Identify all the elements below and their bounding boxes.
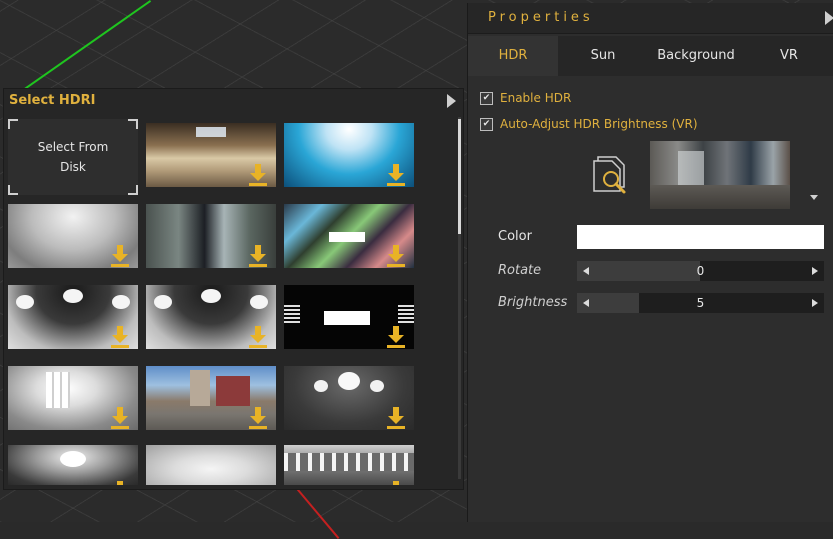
hdri-thumbnail[interactable]: [8, 204, 138, 268]
download-icon[interactable]: [249, 326, 267, 348]
brightness-slider[interactable]: 5: [577, 293, 824, 313]
download-icon[interactable]: [387, 245, 405, 267]
decrease-arrow-icon[interactable]: [583, 299, 589, 307]
hdri-thumbnail[interactable]: [8, 366, 138, 430]
select-from-disk-label: Select From Disk: [37, 140, 109, 174]
auto-adjust-checkbox[interactable]: ✔: [480, 117, 493, 131]
download-icon[interactable]: [387, 481, 405, 485]
color-label: Color: [498, 229, 532, 244]
hdri-thumbnail[interactable]: [146, 445, 276, 485]
collapse-arrow-icon[interactable]: [447, 94, 456, 108]
download-icon[interactable]: [111, 407, 129, 429]
scrollbar-thumb[interactable]: [458, 119, 461, 234]
download-icon[interactable]: [111, 326, 129, 348]
hdri-thumbnail[interactable]: [146, 204, 276, 268]
tab-vr[interactable]: VR: [744, 36, 833, 76]
hdri-thumbnail[interactable]: [146, 285, 276, 349]
enable-hdr-checkbox[interactable]: ✔: [480, 91, 493, 105]
select-hdri-panel: Select HDRI Select From Disk: [3, 88, 464, 490]
color-swatch[interactable]: [577, 225, 824, 249]
y-axis-line: [6, 0, 152, 103]
browse-file-search-icon[interactable]: [592, 153, 632, 197]
auto-adjust-row[interactable]: ✔ Auto-Adjust HDR Brightness (VR): [480, 115, 698, 133]
properties-header: Properties: [468, 3, 833, 34]
auto-adjust-label: Auto-Adjust HDR Brightness (VR): [500, 117, 698, 131]
rotate-slider[interactable]: 0: [577, 261, 824, 281]
download-icon[interactable]: [387, 164, 405, 186]
select-hdri-header: Select HDRI: [4, 89, 463, 114]
properties-tabs: HDR Sun Background VR: [468, 36, 833, 76]
download-icon[interactable]: [111, 245, 129, 267]
tab-background[interactable]: Background: [648, 36, 744, 76]
download-icon[interactable]: [249, 245, 267, 267]
select-from-disk-button[interactable]: Select From Disk: [8, 119, 138, 195]
increase-arrow-icon[interactable]: [812, 267, 818, 275]
brightness-label: Brightness: [498, 295, 568, 310]
hdri-thumbnail[interactable]: [284, 285, 414, 349]
download-icon[interactable]: [111, 481, 129, 485]
current-hdr-thumbnail[interactable]: [650, 141, 790, 209]
rotate-value: 0: [696, 264, 705, 278]
hdri-thumbnail[interactable]: [284, 123, 414, 187]
hdri-thumbnail[interactable]: [8, 285, 138, 349]
hdri-thumbnail[interactable]: [146, 123, 276, 187]
chevron-down-icon[interactable]: [810, 195, 818, 200]
rotate-label: Rotate: [498, 263, 542, 278]
download-icon[interactable]: [387, 407, 405, 429]
enable-hdr-row[interactable]: ✔ Enable HDR: [480, 89, 571, 107]
hdri-thumbnail[interactable]: [284, 445, 414, 485]
download-icon[interactable]: [387, 326, 405, 348]
tab-sun[interactable]: Sun: [558, 36, 648, 76]
hdri-thumbnail[interactable]: [8, 445, 138, 485]
decrease-arrow-icon[interactable]: [583, 267, 589, 275]
hdri-thumbnail[interactable]: [284, 204, 414, 268]
download-icon[interactable]: [249, 164, 267, 186]
properties-panel: Properties HDR Sun Background VR ✔ Enabl…: [467, 3, 833, 522]
select-hdri-title: Select HDRI: [9, 93, 96, 108]
tab-hdr[interactable]: HDR: [468, 36, 558, 76]
enable-hdr-label: Enable HDR: [500, 91, 572, 105]
download-icon[interactable]: [249, 407, 267, 429]
increase-arrow-icon[interactable]: [812, 299, 818, 307]
collapse-arrow-icon[interactable]: [825, 11, 833, 25]
hdri-thumbnail[interactable]: [146, 366, 276, 430]
brightness-value: 5: [696, 296, 705, 310]
properties-title: Properties: [488, 10, 594, 25]
hdri-thumbnail[interactable]: [284, 366, 414, 430]
